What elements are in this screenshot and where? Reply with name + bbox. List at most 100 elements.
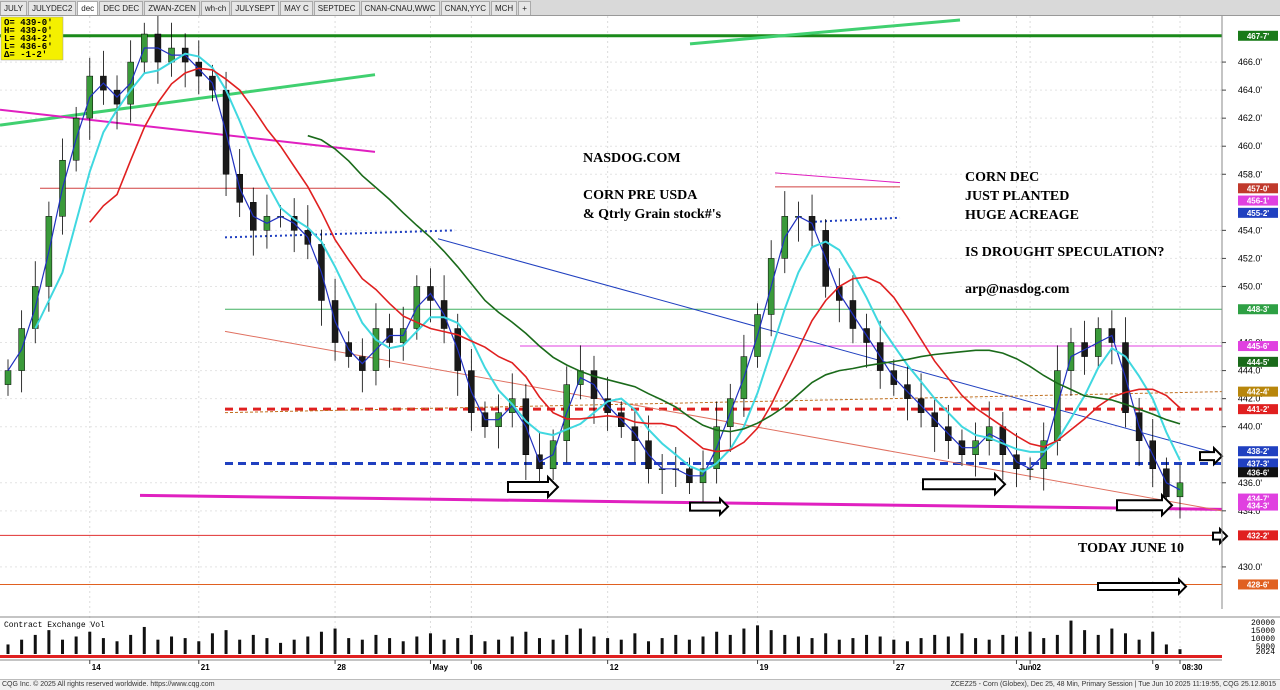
volume-bar <box>919 638 923 654</box>
volume-tick-label: 2024 <box>1256 648 1275 657</box>
volume-bar <box>510 636 514 654</box>
time-tick-label: Jun <box>1018 663 1032 672</box>
time-tick-label: May <box>432 663 448 672</box>
volume-bar <box>796 636 800 654</box>
tab-dec-dec[interactable]: DEC DEC <box>99 1 144 15</box>
price-tick-label: 466.0' <box>1238 57 1263 67</box>
price-tag: 445-6' <box>1238 341 1278 352</box>
time-tick-label: 19 <box>760 663 769 672</box>
price-tick-label: 444.0' <box>1238 366 1263 376</box>
volume-bar <box>47 630 51 654</box>
tab-wh-ch[interactable]: wh-ch <box>200 1 231 15</box>
volume-bar <box>592 636 596 654</box>
price-tag: 436-6' <box>1238 467 1278 478</box>
volume-bar <box>456 638 460 654</box>
volume-bar <box>524 631 528 654</box>
volume-bar <box>1014 636 1018 654</box>
volume-bar <box>1123 633 1127 654</box>
price-chart[interactable]: 466.0' 464.0' 462.0' 460.0' 458.0' 454.0' 452.… <box>0 16 1280 679</box>
tab-[interactable]: + <box>518 1 531 15</box>
time-tick-label: 14 <box>92 663 101 672</box>
price-tick-label: 440.0' <box>1238 422 1263 432</box>
volume-title: Contract Exchange Vol <box>4 621 105 630</box>
status-footer: CQG Inc. © 2025 All rights reserved worl… <box>0 679 1280 690</box>
volume-bar <box>810 638 814 654</box>
volume-bar <box>210 633 214 654</box>
tab-julydec2[interactable]: JULYDEC2 <box>27 1 77 15</box>
volume-bar <box>619 639 623 654</box>
volume-bar <box>1164 644 1168 654</box>
volume-bar <box>238 639 242 654</box>
price-tick-label: 430.0' <box>1238 562 1263 572</box>
volume-bar <box>88 631 92 654</box>
price-tag: 434-3' <box>1238 500 1278 511</box>
volume-bar <box>319 631 323 654</box>
volume-bar <box>1137 639 1141 654</box>
volume-bar <box>1055 634 1059 654</box>
volume-bar <box>565 634 569 654</box>
price-tag-label: 444-5' <box>1247 358 1269 367</box>
volume-bar <box>701 636 705 654</box>
volume-bar <box>224 630 228 654</box>
volume-bar <box>374 634 378 654</box>
price-tag: 457-0' <box>1238 183 1278 194</box>
volume-bar <box>551 639 555 654</box>
volume-bar <box>974 638 978 654</box>
volume-bar <box>442 639 446 654</box>
price-tick-label: 460.0' <box>1238 141 1263 151</box>
price-tag-label: 428-6' <box>1247 580 1269 589</box>
tab-may-c[interactable]: MAY C <box>280 1 313 15</box>
price-tag: 442-4' <box>1238 386 1278 397</box>
price-tag: 428-6' <box>1238 579 1278 590</box>
volume-bar <box>1151 631 1155 654</box>
volume-bar <box>265 638 269 654</box>
price-tag-label: 437-3' <box>1247 460 1269 469</box>
price-tag: 441-2' <box>1238 404 1278 415</box>
volume-bar <box>388 638 392 654</box>
volume-bar <box>401 641 405 654</box>
tab-cnan-yyc[interactable]: CNAN,YYC <box>440 1 490 15</box>
price-tick-label: 436.0' <box>1238 478 1263 488</box>
volume-bar <box>960 633 964 654</box>
volume-bar <box>1110 628 1114 654</box>
price-tag-label: 445-6' <box>1247 342 1269 351</box>
volume-bar <box>606 638 610 654</box>
volume-bar <box>61 639 65 654</box>
volume-bar <box>306 636 310 654</box>
time-tick-label: 21 <box>201 663 210 672</box>
volume-bar <box>987 639 991 654</box>
tab-july[interactable]: JULY <box>0 1 27 15</box>
volume-bar <box>783 634 787 654</box>
volume-bar <box>279 642 283 654</box>
tab-septdec[interactable]: SEPTDEC <box>313 1 360 15</box>
volume-bar <box>824 633 828 654</box>
volume-bar <box>1178 649 1182 654</box>
price-tick-label: 462.0' <box>1238 113 1263 123</box>
volume-bar <box>769 630 773 654</box>
time-tick-label: 9 <box>1155 663 1160 672</box>
price-tag: 467-7' <box>1238 30 1278 41</box>
volume-bar <box>197 641 201 654</box>
tab-zwan-zcen[interactable]: ZWAN-ZCEN <box>144 1 200 15</box>
volume-bar <box>660 638 664 654</box>
tab-julysept[interactable]: JULYSEPT <box>231 1 280 15</box>
price-tag-label: 432-2' <box>1247 531 1269 540</box>
price-tag-label: 434-3' <box>1247 502 1269 511</box>
volume-bar <box>878 636 882 654</box>
tab-mch[interactable]: MCH <box>490 1 518 15</box>
price-tag: 456-1' <box>1238 195 1278 206</box>
volume-bar <box>156 639 160 654</box>
volume-bar <box>483 641 487 654</box>
volume-bar <box>183 638 187 654</box>
volume-bar <box>333 628 337 654</box>
price-tick-label: 464.0' <box>1238 85 1263 95</box>
time-tick-label: 12 <box>610 663 619 672</box>
tab-cnan-cnau-wwc[interactable]: CNAN-CNAU,WWC <box>360 1 440 15</box>
volume-bar <box>20 639 24 654</box>
volume-bar <box>6 644 10 654</box>
volume-bar <box>129 634 133 654</box>
volume-bar <box>347 638 351 654</box>
annotation-right3: HUGE ACREAGE <box>965 208 1079 223</box>
tab-dec[interactable]: dec <box>77 1 99 15</box>
annotation-right1: CORN DEC <box>965 170 1039 185</box>
